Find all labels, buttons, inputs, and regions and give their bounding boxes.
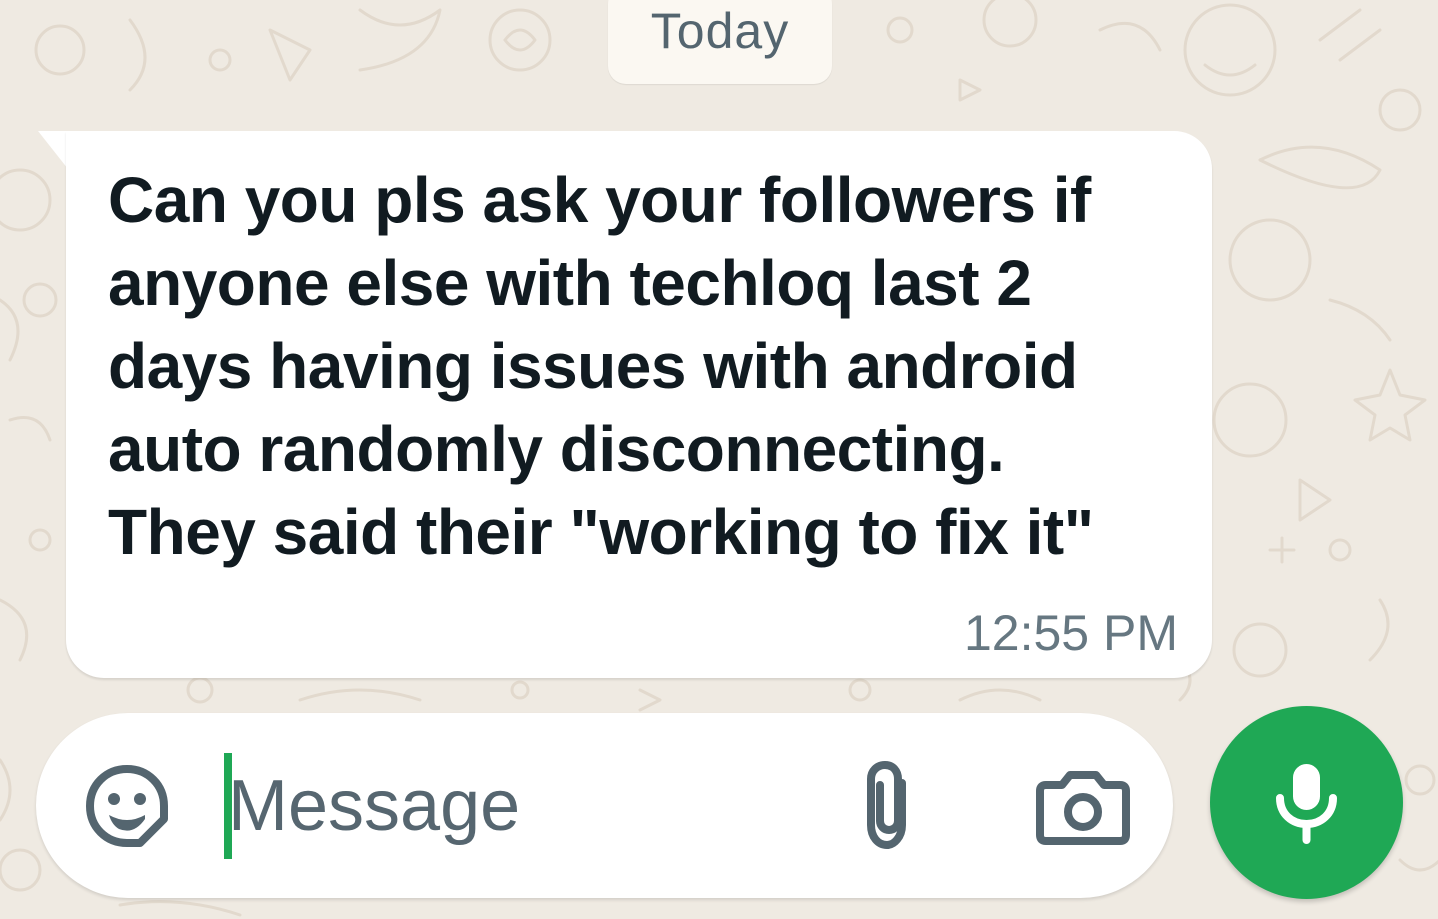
date-divider-label: Today xyxy=(650,3,790,59)
message-bubble-tail xyxy=(38,131,68,169)
message-composer xyxy=(36,713,1173,898)
voice-record-button[interactable] xyxy=(1210,706,1403,899)
paperclip-icon[interactable] xyxy=(856,760,926,851)
camera-icon[interactable] xyxy=(1036,769,1130,845)
mic-icon xyxy=(1276,764,1337,844)
sticker-icon[interactable] xyxy=(84,763,170,849)
incoming-message-bubble[interactable]: Can you pls ask your followers if anyone… xyxy=(66,131,1212,678)
message-text: Can you pls ask your followers if anyone… xyxy=(108,164,1094,568)
message-timestamp: 12:55 PM xyxy=(963,605,1178,661)
date-divider: Today xyxy=(608,0,832,84)
message-input[interactable] xyxy=(224,743,828,868)
